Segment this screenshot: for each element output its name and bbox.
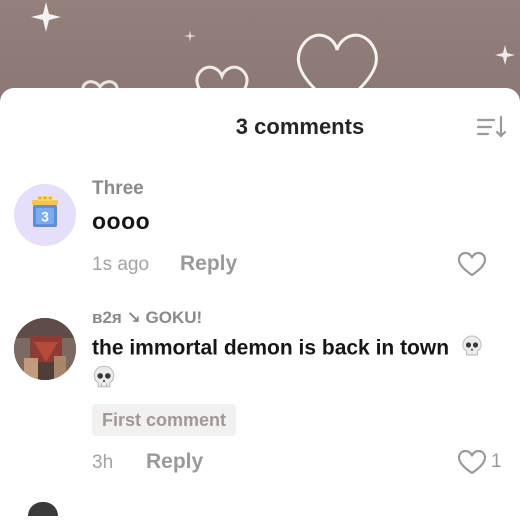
comment-username[interactable]: Three — [92, 178, 144, 200]
comment-text: the immortal demon is back in town — [92, 334, 520, 364]
like-button[interactable]: 1 — [456, 448, 502, 476]
svg-text:3: 3 — [41, 209, 49, 225]
comments-header: 3 comments — [0, 88, 520, 164]
avatar[interactable]: 3 — [14, 184, 76, 246]
skull-emoji-icon — [92, 364, 116, 395]
comment-timestamp: 3h — [92, 452, 114, 473]
comment-username[interactable]: в2я ↘ GOKU! — [92, 308, 202, 328]
heart-outline-icon — [457, 251, 487, 277]
sort-icon[interactable] — [476, 114, 510, 140]
comment-text: oooo — [92, 208, 151, 234]
comments-count-title: 3 comments — [235, 114, 365, 139]
gift-box-avatar-icon: 3 — [32, 196, 58, 227]
sparkle-icon — [495, 45, 515, 65]
sparkle-icon — [31, 2, 61, 32]
photo-avatar-icon — [14, 318, 76, 380]
like-button[interactable] — [456, 250, 491, 278]
like-count: 1 — [491, 451, 502, 472]
comment-timestamp: 1s ago — [92, 254, 150, 275]
comment-item: в2я ↘ GOKU! the immortal demon is back i… — [0, 308, 520, 500]
heart-outline-icon — [457, 449, 487, 475]
comment-body: the immortal demon is back in town — [92, 336, 450, 360]
avatar[interactable] — [14, 318, 76, 380]
comment-item: 3 Three oooo 1s ago Reply — [0, 176, 520, 286]
avatar[interactable] — [28, 502, 58, 516]
comments-sheet: 3 comments 3 Three oooo 1s ago Reply в2я… — [0, 88, 520, 520]
sparkle-icon — [184, 30, 196, 42]
reply-button[interactable]: Reply — [180, 252, 237, 276]
first-comment-badge: First comment — [92, 404, 237, 436]
reply-button[interactable]: Reply — [146, 450, 203, 474]
skull-emoji-icon — [461, 334, 483, 364]
